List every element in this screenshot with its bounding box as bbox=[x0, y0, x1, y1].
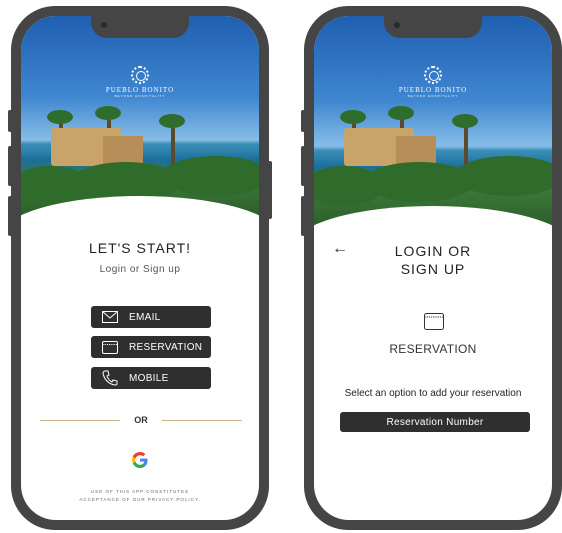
reservation-button[interactable]: RESERVATION bbox=[91, 336, 211, 358]
email-button[interactable]: EMAIL bbox=[91, 306, 211, 328]
sun-logo-icon bbox=[424, 66, 442, 84]
envelope-icon bbox=[91, 311, 129, 323]
brand-tagline: BEYOND HOSPITALITY bbox=[114, 94, 166, 98]
phone-icon bbox=[91, 370, 129, 386]
instruction-text: Select an option to add your reservation bbox=[344, 388, 522, 399]
reservation-button-label: RESERVATION bbox=[129, 341, 203, 353]
volume-down-button bbox=[8, 196, 12, 236]
legal-text: USE OF THIS APP CONSTITUTES ACCEPTANCE O… bbox=[21, 488, 259, 504]
brand-tagline: BEYOND HOSPITALITY bbox=[407, 94, 459, 98]
reservation-option-label[interactable]: RESERVATION bbox=[314, 342, 552, 356]
notch bbox=[384, 16, 482, 38]
page-title: LOGIN OR SIGN UP bbox=[314, 242, 552, 278]
legal-line-1: USE OF THIS APP CONSTITUTES bbox=[90, 489, 190, 494]
brand-logo: PUEBLO BONITO BEYOND HOSPITALITY bbox=[314, 66, 552, 98]
mobile-button[interactable]: MOBILE bbox=[91, 367, 211, 389]
brand-logo: PUEBLO BONITO BEYOND HOSPITALITY bbox=[21, 66, 259, 98]
mobile-button-label: MOBILE bbox=[129, 372, 169, 384]
screen-lets-start: PUEBLO BONITO BEYOND HOSPITALITY LET'S S… bbox=[21, 16, 259, 520]
brand-name: PUEBLO BONITO bbox=[105, 86, 175, 94]
page-title-line-1: LOGIN OR bbox=[394, 243, 472, 259]
phone-frame-left: PUEBLO BONITO BEYOND HOSPITALITY LET'S S… bbox=[8, 6, 272, 530]
page-title: LET'S START! bbox=[88, 240, 192, 256]
power-button bbox=[268, 161, 272, 219]
volume-up-button bbox=[8, 146, 12, 186]
notch bbox=[91, 16, 189, 38]
reservation-number-button[interactable]: Reservation Number bbox=[340, 412, 530, 432]
calendar-icon[interactable] bbox=[424, 312, 444, 335]
page-title-line-2: SIGN UP bbox=[400, 261, 466, 277]
brand-name: PUEBLO BONITO bbox=[398, 86, 468, 94]
phone-frame-right: PUEBLO BONITO BEYOND HOSPITALITY ← LOGIN… bbox=[301, 6, 562, 530]
hero-image bbox=[314, 16, 552, 226]
or-text: OR bbox=[134, 415, 148, 425]
privacy-policy-link[interactable]: ACCEPTANCE OF OUR PRIVACY POLICY. bbox=[21, 496, 259, 504]
google-icon[interactable] bbox=[130, 450, 150, 470]
volume-down-button bbox=[301, 196, 305, 236]
mute-switch bbox=[301, 110, 305, 132]
screen-login-signup: PUEBLO BONITO BEYOND HOSPITALITY ← LOGIN… bbox=[314, 16, 552, 520]
page-subtitle: Login or Sign up bbox=[99, 264, 181, 275]
sun-logo-icon bbox=[131, 66, 149, 84]
volume-up-button bbox=[301, 146, 305, 186]
calendar-icon bbox=[91, 340, 129, 354]
mute-switch bbox=[8, 110, 12, 132]
email-button-label: EMAIL bbox=[129, 311, 161, 323]
or-divider: OR bbox=[40, 414, 242, 426]
hero-image bbox=[21, 16, 259, 216]
